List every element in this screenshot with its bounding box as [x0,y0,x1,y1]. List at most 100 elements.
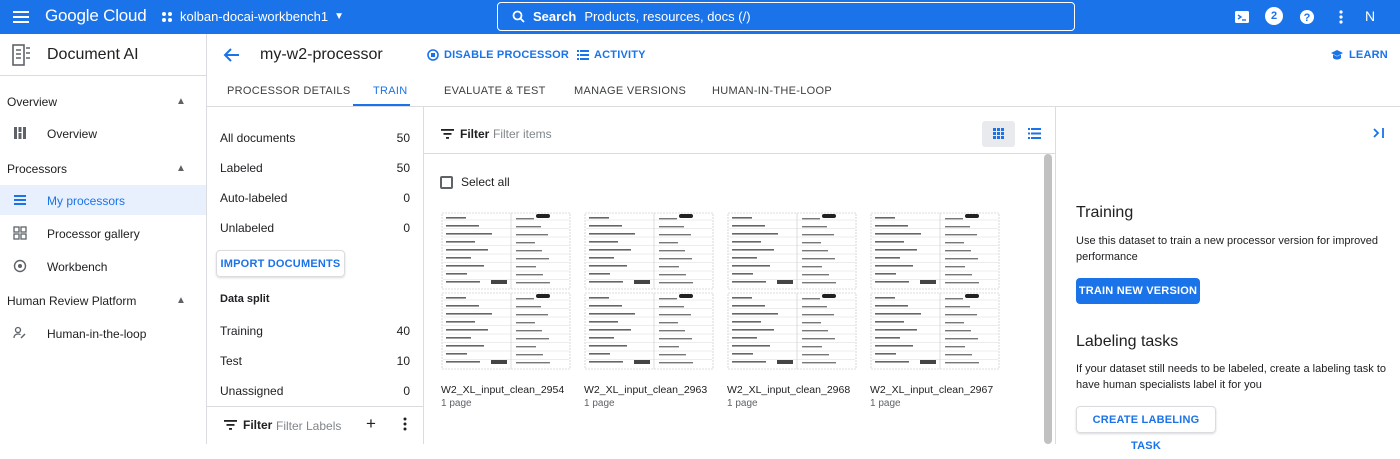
document-name: W2_XL_input_clean_2963 [584,384,708,396]
cloud-shell-icon[interactable] [1233,8,1251,26]
svg-text:?: ? [1304,12,1311,24]
document-name: W2_XL_input_clean_2967 [870,384,994,396]
filter-label: Unlabeled [220,221,275,235]
dashboard-icon [14,127,26,139]
page-header: my-w2-processor DISABLE PROCESSOR ACTIVI… [207,34,1400,76]
training-heading: Training [1076,204,1134,221]
sidebar-item-workbench[interactable]: Workbench [0,251,206,281]
filter-icon [441,129,454,139]
document-pages: 1 page [441,398,472,409]
filter-label: All documents [220,131,296,145]
sidebar-item-label: Human-in-the-loop [47,327,147,341]
tab-processor-details[interactable]: PROCESSOR DETAILS [227,85,350,97]
select-all[interactable]: Select all [440,175,510,189]
more-vert-icon[interactable] [401,416,409,432]
sidebar-section-processors[interactable]: Processors [7,162,67,176]
document-pages: 1 page [870,398,901,409]
learn-button[interactable]: LEARN [1330,49,1388,61]
workbench-icon [13,259,27,273]
sidebar-item-human-in-the-loop[interactable]: Human-in-the-loop [0,318,206,348]
tab-manage-versions[interactable]: MANAGE VERSIONS [574,85,686,97]
sidebar-section-overview[interactable]: Overview [7,95,57,109]
labeling-tasks-description: If your dataset still needs to be labele… [1076,363,1387,391]
split-unassigned[interactable]: Unassigned 0 [220,384,410,398]
project-selector[interactable]: kolban-docai-workbench1 ▼ [160,9,344,24]
menu-icon[interactable] [12,8,30,26]
create-labeling-task-button[interactable]: CREATE LABELING TASK [1076,406,1216,452]
project-name: kolban-docai-workbench1 [180,9,329,24]
filter-label: Filter [243,418,273,432]
filter-label: Filter [460,127,490,141]
split-test[interactable]: Test 10 [220,354,410,368]
search-label: Search [533,9,577,24]
list-icon [577,50,589,60]
labeling-tasks-heading: Labeling tasks [1076,333,1179,350]
sidebar: Document AI Overview ▲ Overview Processo… [0,34,207,444]
help-icon[interactable]: ? [1298,8,1316,26]
filter-count: 0 [403,191,410,205]
tab-train[interactable]: TRAIN [373,85,408,97]
collapse-panel-icon[interactable] [1372,126,1386,140]
disable-processor-button[interactable]: DISABLE PROCESSOR [427,49,569,61]
sidebar-item-label: Processor gallery [47,227,140,241]
more-vert-icon[interactable] [1332,8,1350,26]
document-thumbnail[interactable] [584,212,714,372]
document-ai-icon [12,44,30,66]
sidebar-section-human-review[interactable]: Human Review Platform [7,294,136,308]
sidebar-item-overview[interactable]: Overview [0,118,206,148]
add-label-icon[interactable]: + [366,414,376,434]
train-new-version-button[interactable]: TRAIN NEW VERSION [1076,278,1200,304]
grid-view-icon [993,128,1004,139]
document-thumbnail[interactable] [727,212,857,372]
chevron-up-icon[interactable]: ▲ [176,96,186,107]
document-thumbnail[interactable] [870,212,1000,372]
grid-view-button[interactable] [982,121,1015,147]
list-view-icon [1028,128,1041,139]
google-cloud-logo[interactable]: Google Cloud [45,6,147,26]
documents-filter-bar: Filter Filter items [424,107,1055,154]
school-icon [1331,50,1343,60]
arrow-back-icon[interactable] [223,46,241,64]
document-pages: 1 page [727,398,758,409]
filter-all-documents[interactable]: All documents 50 [220,131,410,145]
active-tab-indicator [353,104,410,106]
person-edit-icon [13,326,26,339]
filter-unlabeled[interactable]: Unlabeled 0 [220,221,410,235]
split-count: 10 [396,354,410,368]
document-thumbnail[interactable] [441,212,571,372]
sidebar-item-my-processors[interactable]: My processors [0,185,206,215]
search-input[interactable]: Search Products, resources, docs (/) [497,2,1075,31]
learn-label: LEARN [1349,49,1388,61]
chevron-up-icon[interactable]: ▲ [176,163,186,174]
filter-auto-labeled[interactable]: Auto-labeled 0 [220,191,410,205]
notifications-badge[interactable]: 2 [1265,7,1283,25]
filter-labeled[interactable]: Labeled 50 [220,161,410,175]
document-name: W2_XL_input_clean_2954 [441,384,565,396]
tab-evaluate-test[interactable]: EVALUATE & TEST [444,85,546,97]
filter-icon [224,420,237,430]
list-view-button[interactable] [1018,121,1051,147]
activity-button[interactable]: ACTIVITY [577,49,646,61]
chevron-up-icon[interactable]: ▲ [176,295,186,306]
filter-items-input[interactable]: Filter items [493,127,552,141]
dataset-filter-panel: All documents 50 Labeled 50 Auto-labeled… [207,107,424,444]
filter-count: 0 [403,221,410,235]
document-pages: 1 page [584,398,615,409]
sidebar-header: Document AI [0,34,207,76]
gallery-icon [13,226,27,240]
split-training[interactable]: Training 40 [220,324,410,338]
sidebar-item-processor-gallery[interactable]: Processor gallery [0,218,206,248]
label-filter-button[interactable]: Filter [224,418,272,432]
scrollbar[interactable] [1044,154,1052,444]
import-documents-button[interactable]: IMPORT DOCUMENTS [216,250,345,277]
account-avatar[interactable]: N [1365,8,1375,24]
sidebar-item-label: My processors [47,194,126,208]
split-count: 0 [403,384,410,398]
select-all-checkbox[interactable] [440,175,453,189]
documents-filter-button[interactable]: Filter [441,127,489,141]
filter-count: 50 [396,131,410,145]
document-name: W2_XL_input_clean_2968 [727,384,851,396]
documents-area: Filter Filter items Select all W2_XL_inp… [424,107,1055,444]
filter-labels-input[interactable]: Filter Labels [276,419,341,433]
tab-human-in-the-loop[interactable]: HUMAN-IN-THE-LOOP [712,85,832,97]
